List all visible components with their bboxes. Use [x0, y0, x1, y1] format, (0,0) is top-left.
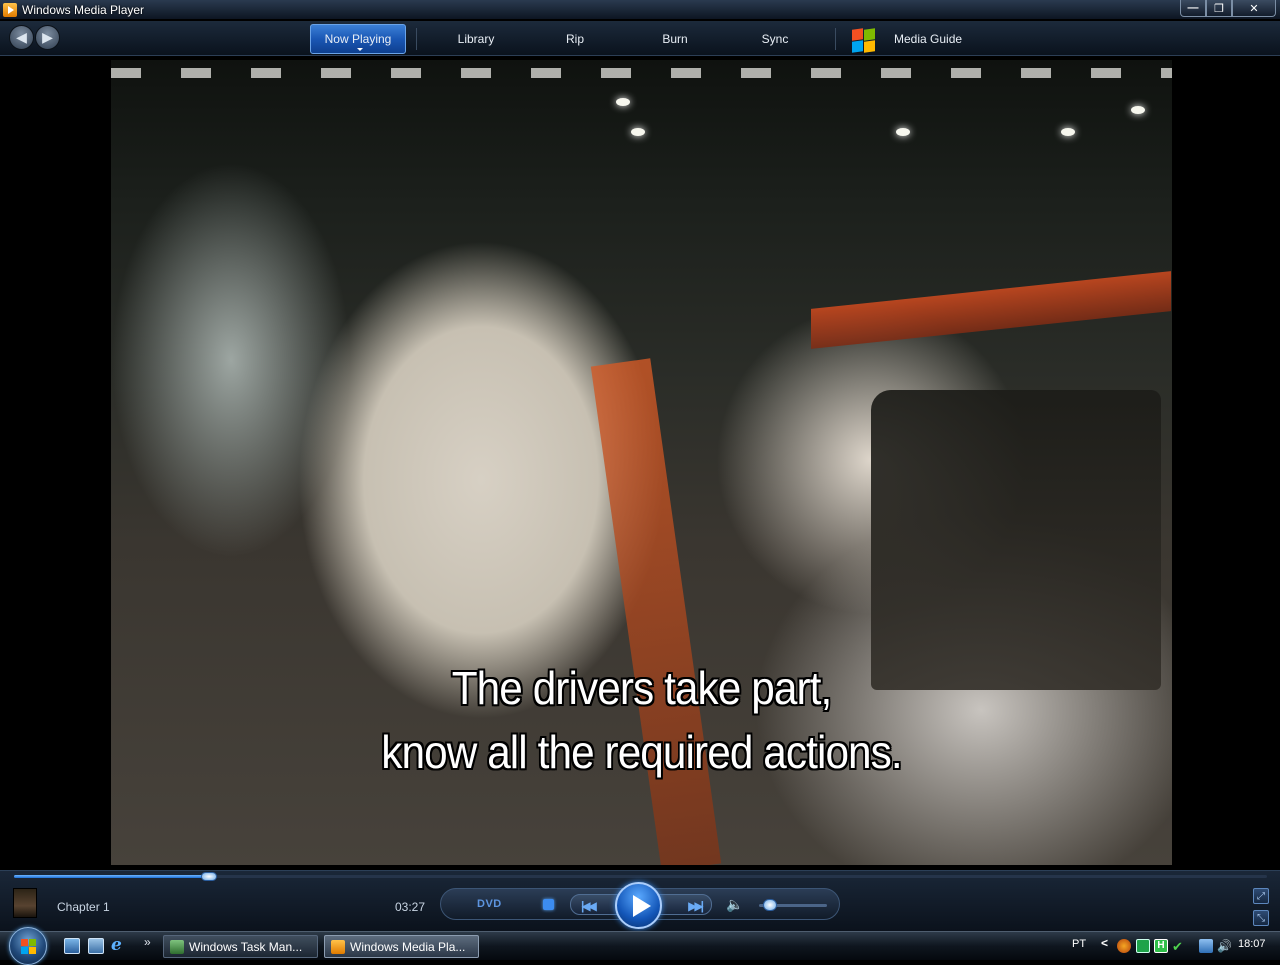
car-roof — [811, 271, 1171, 349]
dvd-menu-button[interactable]: DVD — [477, 898, 502, 910]
internet-explorer-icon[interactable]: e — [111, 935, 127, 955]
taskbar: e » Windows Task Man... Windows Media Pl… — [0, 927, 1280, 965]
media-player-icon — [331, 939, 345, 954]
back-button[interactable]: ◀ — [9, 25, 34, 50]
tab-divider — [416, 28, 417, 50]
tray-check-icon[interactable]: ✔ — [1172, 939, 1186, 954]
start-button[interactable] — [9, 927, 47, 965]
switch-to-library-button[interactable]: ⤡ — [1253, 910, 1269, 926]
elapsed-time: 03:27 — [395, 900, 426, 914]
tab-rip[interactable]: Rip — [525, 24, 625, 54]
tray-h-icon[interactable]: H — [1154, 939, 1168, 953]
system-clock[interactable]: 18:07 — [1238, 938, 1266, 950]
next-button[interactable]: ▶▶| — [688, 899, 704, 913]
video-frame[interactable]: The drivers take part, know all the requ… — [111, 60, 1172, 865]
fullscreen-button[interactable]: ⤢ — [1253, 888, 1269, 904]
play-button[interactable] — [615, 882, 662, 929]
minimize-button[interactable]: — — [1180, 0, 1206, 17]
tab-now-playing-label: Now Playing — [324, 32, 392, 46]
title-bar: Windows Media Player — ❐ ✕ — [0, 0, 1280, 20]
switch-windows-icon[interactable] — [88, 938, 104, 954]
close-button[interactable]: ✕ — [1232, 0, 1276, 17]
window-title: Windows Media Player — [22, 2, 145, 17]
seek-thumb[interactable] — [201, 872, 218, 881]
chapter-thumbnail — [13, 888, 37, 918]
tab-strip: Now Playing Library Rip Burn Sync Media … — [310, 24, 962, 54]
language-indicator[interactable]: PT — [1072, 938, 1086, 950]
chapter-label: Chapter 1 — [57, 900, 110, 914]
subtitle-line: know all the required actions. — [381, 726, 902, 778]
tab-library[interactable]: Library — [427, 24, 525, 54]
tray-status-icon[interactable] — [1136, 939, 1150, 953]
tab-now-playing[interactable]: Now Playing — [310, 24, 406, 54]
windows-flag-icon — [21, 939, 37, 955]
history-buttons: ◀ ▶ — [9, 25, 61, 50]
taskbar-button-task-manager[interactable]: Windows Task Man... — [163, 935, 318, 958]
quick-launch-chevron-icon[interactable]: » — [144, 935, 151, 949]
previous-button[interactable]: |◀◀ — [581, 899, 597, 913]
show-hidden-icons-button[interactable]: < — [1101, 936, 1108, 950]
taskbar-button-media-player[interactable]: Windows Media Pla... — [324, 935, 479, 958]
volume-thumb[interactable] — [762, 899, 777, 911]
mute-button[interactable]: 🔈 — [726, 896, 743, 913]
video-scanline — [111, 68, 1172, 78]
task-label: Windows Task Man... — [189, 939, 303, 954]
windows-logo-icon[interactable] — [850, 26, 876, 53]
seek-bar[interactable] — [14, 872, 1267, 881]
dropdown-caret-icon[interactable] — [357, 48, 363, 51]
tab-burn[interactable]: Burn — [625, 24, 725, 54]
tab-media-guide[interactable]: Media Guide — [894, 24, 962, 54]
volume-tray-icon[interactable]: 🔊 — [1217, 939, 1232, 953]
task-manager-icon — [170, 939, 184, 954]
media-player-icon — [3, 2, 17, 17]
network-icon[interactable] — [1199, 939, 1213, 953]
video-area[interactable]: The drivers take part, know all the requ… — [0, 56, 1280, 870]
ceiling-light — [616, 98, 630, 106]
task-label: Windows Media Pla... — [350, 939, 466, 954]
stop-button[interactable] — [543, 899, 554, 910]
subtitle: The drivers take part, know all the requ… — [153, 656, 1129, 784]
ceiling-light — [1131, 106, 1145, 114]
navigation-bar: ◀ ▶ Now Playing Library Rip Burn Sync Me… — [0, 21, 1280, 56]
forward-button[interactable]: ▶ — [35, 25, 60, 50]
ceiling-light — [1061, 128, 1075, 136]
window-controls: — ❐ ✕ — [1180, 0, 1276, 17]
show-desktop-icon[interactable] — [64, 938, 80, 954]
restore-button[interactable]: ❐ — [1206, 0, 1232, 17]
car-window — [871, 390, 1161, 690]
seek-bar-fill — [14, 875, 210, 878]
tray-app-icon[interactable] — [1117, 939, 1131, 953]
tab-divider — [835, 28, 836, 50]
tab-sync[interactable]: Sync — [725, 24, 825, 54]
subtitle-line: The drivers take part, — [451, 662, 833, 714]
playback-controls: Chapter 1 03:27 DVD |◀◀ ▶▶| 🔈 ⤢ ⤡ — [0, 870, 1280, 931]
car-stripe — [590, 358, 722, 865]
ceiling-light — [631, 128, 645, 136]
ceiling-light — [896, 128, 910, 136]
